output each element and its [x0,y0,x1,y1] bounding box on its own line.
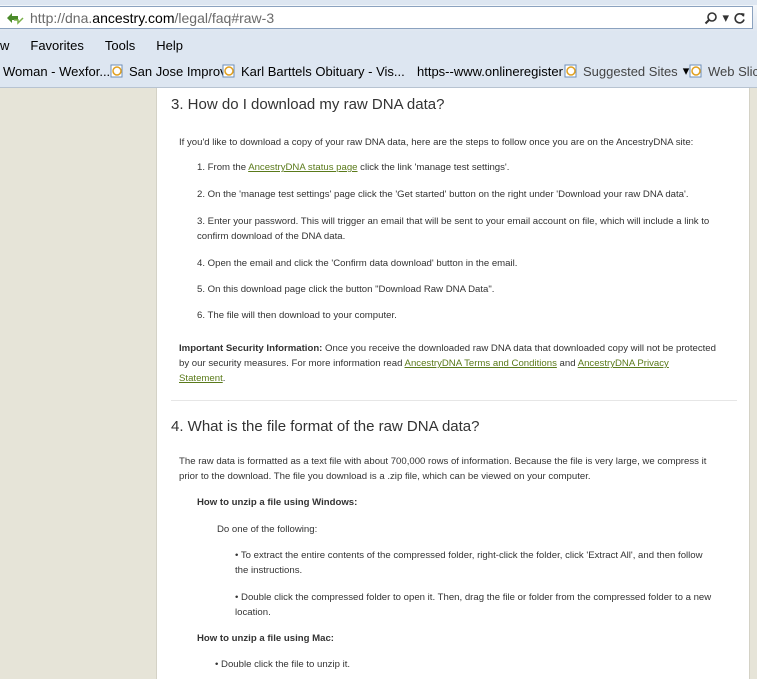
left-background [0,88,156,679]
favorite-item-woman[interactable]: Woman - Wexfor... [3,62,110,80]
page-content: 3. How do I download my raw DNA data? If… [156,88,750,679]
url-text[interactable]: http://dna.ancestry.com/legal/faq#raw-3 [30,10,274,26]
faq-heading-raw-download: 3. How do I download my raw DNA data? [171,96,445,113]
faq-heading-file-format: 4. What is the file format of the raw DN… [171,418,480,435]
address-bar: http://dna.ancestry.com/legal/faq#raw-3 … [0,5,757,31]
page-icon [110,64,123,78]
terms-conditions-link[interactable]: AncestryDNA Terms and Conditions [405,358,557,369]
faq3-intro: If you'd like to download a copy of your… [179,137,694,148]
compatibility-view-icon[interactable] [6,11,24,25]
faq3-step-4: 4. Open the email and click the 'Confirm… [197,258,518,269]
menu-tools[interactable]: Tools [105,38,135,53]
favorite-item-karl[interactable]: Karl Barttels Obituary - Vis... [222,62,405,80]
refresh-icon[interactable] [733,12,746,25]
faq3-step-2: 2. On the 'manage test settings' page cl… [197,189,689,200]
mac-option-1: • Double click the file to unzip it. [215,659,351,670]
menu-bar: w Favorites Tools Help [0,33,204,57]
right-background [749,88,757,679]
menu-favorites[interactable]: Favorites [30,38,83,53]
page-icon [222,64,235,78]
page-icon [689,64,702,78]
menu-view[interactable]: w [0,38,9,53]
page-icon [564,64,577,78]
status-page-link[interactable]: AncestryDNA status page [248,162,357,173]
windows-unzip-heading: How to unzip a file using Windows: [197,497,358,508]
search-icon[interactable] [704,11,718,25]
faq3-step-3: 3. Enter your password. This will trigge… [197,216,710,242]
faq3-step-1: 1. From the AncestryDNA status page clic… [197,162,510,173]
address-box[interactable]: http://dna.ancestry.com/legal/faq#raw-3 … [0,6,753,29]
chevron-down-icon[interactable]: ▾ [722,10,729,26]
faq4-intro: The raw data is formatted as a text file… [179,456,707,482]
faq3-step-6: 6. The file will then download to your c… [197,310,397,321]
windows-do-one: Do one of the following: [217,524,318,535]
favorites-bar: Woman - Wexfor... San Jose Improv Karl B… [0,59,757,83]
browser-chrome: http://dna.ancestry.com/legal/faq#raw-3 … [0,0,757,88]
security-information: Important Security Information: Once you… [179,343,716,384]
windows-option-1: • To extract the entire contents of the … [235,550,703,576]
favorite-item-san-jose[interactable]: San Jose Improv [110,62,227,80]
suggested-sites-button[interactable]: Suggested Sites ▾ [564,62,689,80]
address-bar-buttons: ▾ [704,9,746,27]
privacy-statement-link-cont[interactable]: Statement [179,373,223,384]
windows-option-2: • Double click the compressed folder to … [235,592,712,618]
faq3-step-5: 5. On this download page click the butto… [197,284,495,295]
web-slice-gallery-button[interactable]: Web Slice [689,62,757,80]
section-divider [171,400,737,401]
mac-unzip-heading: How to unzip a file using Mac: [197,633,334,644]
favorite-item-onlineregister[interactable]: https--www.onlineregister [417,62,563,80]
menu-help[interactable]: Help [156,38,183,53]
privacy-statement-link[interactable]: AncestryDNA Privacy [578,358,669,369]
